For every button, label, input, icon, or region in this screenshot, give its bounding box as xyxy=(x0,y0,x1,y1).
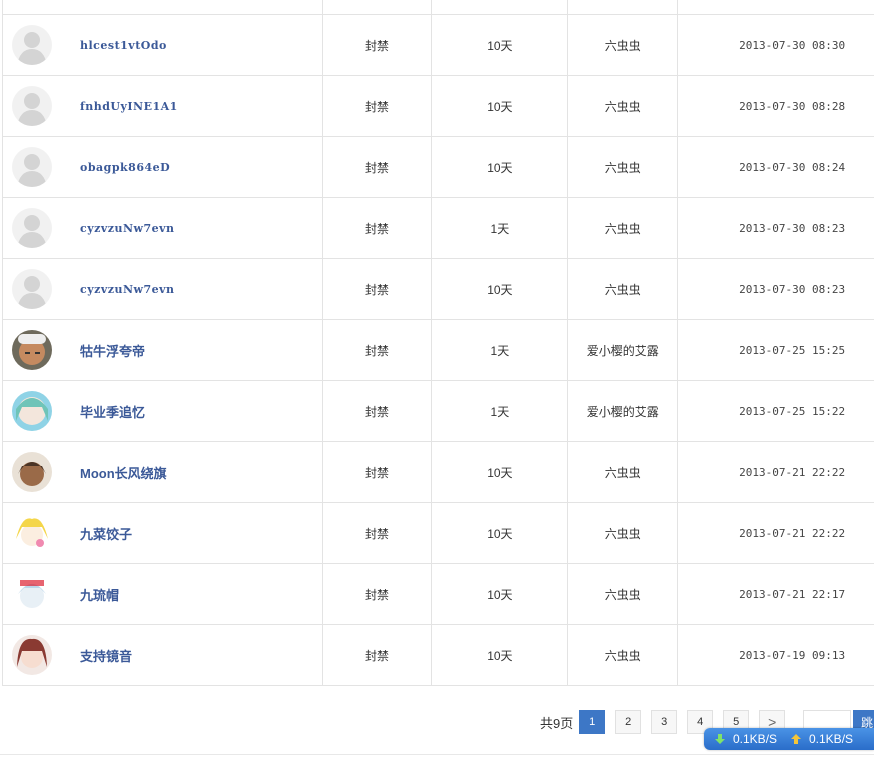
avatar[interactable] xyxy=(12,147,52,187)
avatar[interactable] xyxy=(12,574,52,614)
status-cell: 封禁 xyxy=(323,503,433,563)
username-link[interactable]: obagpk864eD xyxy=(80,161,170,174)
duration-cell: 10天 xyxy=(432,564,569,624)
page-button-2[interactable]: 2 xyxy=(615,710,642,734)
avatar[interactable] xyxy=(12,513,52,553)
table-row: hlcest1vtOdo 封禁 10天 六虫虫 2013-07-30 08:30 xyxy=(3,15,874,76)
time-cell: 2013-07-30 08:24 xyxy=(739,160,846,174)
operator-cell: 爱小樱的艾露 xyxy=(568,381,679,441)
operator-cell: 六虫虫 xyxy=(568,625,679,685)
duration-cell: 1天 xyxy=(432,320,569,380)
avatar[interactable] xyxy=(12,208,52,248)
time-cell: 2013-07-30 08:30 xyxy=(739,38,846,52)
page-button-3[interactable]: 3 xyxy=(651,710,678,734)
operator-cell: 六虫虫 xyxy=(568,15,679,75)
avatar[interactable] xyxy=(12,391,52,431)
time-cell: 2013-07-21 22:22 xyxy=(739,526,846,540)
status-cell: 封禁 xyxy=(323,320,433,380)
upload-speed: 0.1KB/S xyxy=(809,732,854,746)
duration-cell: 10天 xyxy=(432,137,569,197)
operator-cell: 六虫虫 xyxy=(568,198,679,258)
table-row: 九菜饺子 封禁 10天 六虫虫 2013-07-21 22:22 xyxy=(3,503,874,564)
username-link[interactable]: 牯牛浮夸帝 xyxy=(80,341,145,360)
duration-cell: 10天 xyxy=(432,442,569,502)
avatar[interactable] xyxy=(12,86,52,126)
avatar[interactable] xyxy=(12,330,52,370)
username-link[interactable]: 毕业季追忆 xyxy=(80,402,145,421)
network-speed-widget[interactable]: 0.1KB/S 0.1KB/S xyxy=(704,728,874,750)
table-row: obagpk864eD 封禁 10天 六虫虫 2013-07-30 08:24 xyxy=(3,137,874,198)
username-link[interactable]: 九菜饺子 xyxy=(80,524,132,543)
status-cell: 封禁 xyxy=(323,137,433,197)
status-cell: 封禁 xyxy=(323,564,433,624)
duration-cell: 10天 xyxy=(432,76,569,136)
divider xyxy=(0,754,874,755)
username-link[interactable]: cyzvzuNw7evn xyxy=(80,222,175,235)
avatar[interactable] xyxy=(12,635,52,675)
duration-cell: 1天 xyxy=(432,381,569,441)
time-cell: 2013-07-30 08:23 xyxy=(739,282,846,296)
operator-cell: 爱小樱的艾露 xyxy=(568,320,679,380)
username-link[interactable]: cyzvzuNw7evn xyxy=(80,283,175,296)
time-cell: 2013-07-19 09:13 xyxy=(739,648,846,662)
time-cell: 2013-07-25 15:25 xyxy=(739,343,846,357)
operator-cell: 六虫虫 xyxy=(568,259,679,319)
status-cell: 封禁 xyxy=(323,625,433,685)
time-cell: 2013-07-25 15:22 xyxy=(739,404,846,418)
time-cell: 2013-07-21 22:17 xyxy=(739,587,846,601)
duration-cell: 10天 xyxy=(432,625,569,685)
download-arrow-icon xyxy=(713,732,727,746)
avatar[interactable] xyxy=(12,452,52,492)
table-row: 九琉帽 封禁 10天 六虫虫 2013-07-21 22:17 xyxy=(3,564,874,625)
username-link[interactable]: fnhdUyINE1A1 xyxy=(80,100,178,113)
page-button-1[interactable]: 1 xyxy=(579,710,606,734)
status-cell: 封禁 xyxy=(323,259,433,319)
table-row: 毕业季追忆 封禁 1天 爱小樱的艾露 2013-07-25 15:22 xyxy=(3,381,874,442)
duration-cell: 10天 xyxy=(432,259,569,319)
download-speed: 0.1KB/S xyxy=(733,732,778,746)
table-row-partial xyxy=(3,0,874,15)
avatar[interactable] xyxy=(12,269,52,309)
operator-cell: 六虫虫 xyxy=(568,137,679,197)
username-link[interactable]: 支持镜音 xyxy=(80,646,132,665)
table-row: cyzvzuNw7evn 封禁 1天 六虫虫 2013-07-30 08:23 xyxy=(3,198,874,259)
upload-arrow-icon xyxy=(789,732,803,746)
operator-cell: 六虫虫 xyxy=(568,564,679,624)
duration-cell: 1天 xyxy=(432,198,569,258)
table-row: 牯牛浮夸帝 封禁 1天 爱小樱的艾露 2013-07-25 15:25 xyxy=(3,320,874,381)
duration-cell: 10天 xyxy=(432,503,569,563)
operator-cell: 六虫虫 xyxy=(568,442,679,502)
time-cell: 2013-07-30 08:23 xyxy=(739,221,846,235)
username-link[interactable]: hlcest1vtOdo xyxy=(80,39,167,52)
duration-cell: 10天 xyxy=(432,15,569,75)
table-row: fnhdUyINE1A1 封禁 10天 六虫虫 2013-07-30 08:28 xyxy=(3,76,874,137)
username-link[interactable]: Moon长风绕旗 xyxy=(80,463,167,482)
operator-cell: 六虫虫 xyxy=(568,76,679,136)
status-cell: 封禁 xyxy=(323,381,433,441)
ban-list-table: hlcest1vtOdo 封禁 10天 六虫虫 2013-07-30 08:30 fnhd… xyxy=(2,0,874,686)
time-cell: 2013-07-21 22:22 xyxy=(739,465,846,479)
username-link[interactable]: 九琉帽 xyxy=(80,585,119,604)
status-cell: 封禁 xyxy=(323,76,433,136)
table-row: cyzvzuNw7evn 封禁 10天 六虫虫 2013-07-30 08:23 xyxy=(3,259,874,320)
operator-cell: 六虫虫 xyxy=(568,503,679,563)
status-cell: 封禁 xyxy=(323,442,433,502)
avatar[interactable] xyxy=(12,25,52,65)
table-row: 支持镜音 封禁 10天 六虫虫 2013-07-19 09:13 xyxy=(3,625,874,686)
page-total-label: 共9页 xyxy=(540,715,574,731)
table-row: Moon长风绕旗 封禁 10天 六虫虫 2013-07-21 22:22 xyxy=(3,442,874,503)
status-cell: 封禁 xyxy=(323,198,433,258)
status-cell: 封禁 xyxy=(323,15,433,75)
time-cell: 2013-07-30 08:28 xyxy=(739,99,846,113)
